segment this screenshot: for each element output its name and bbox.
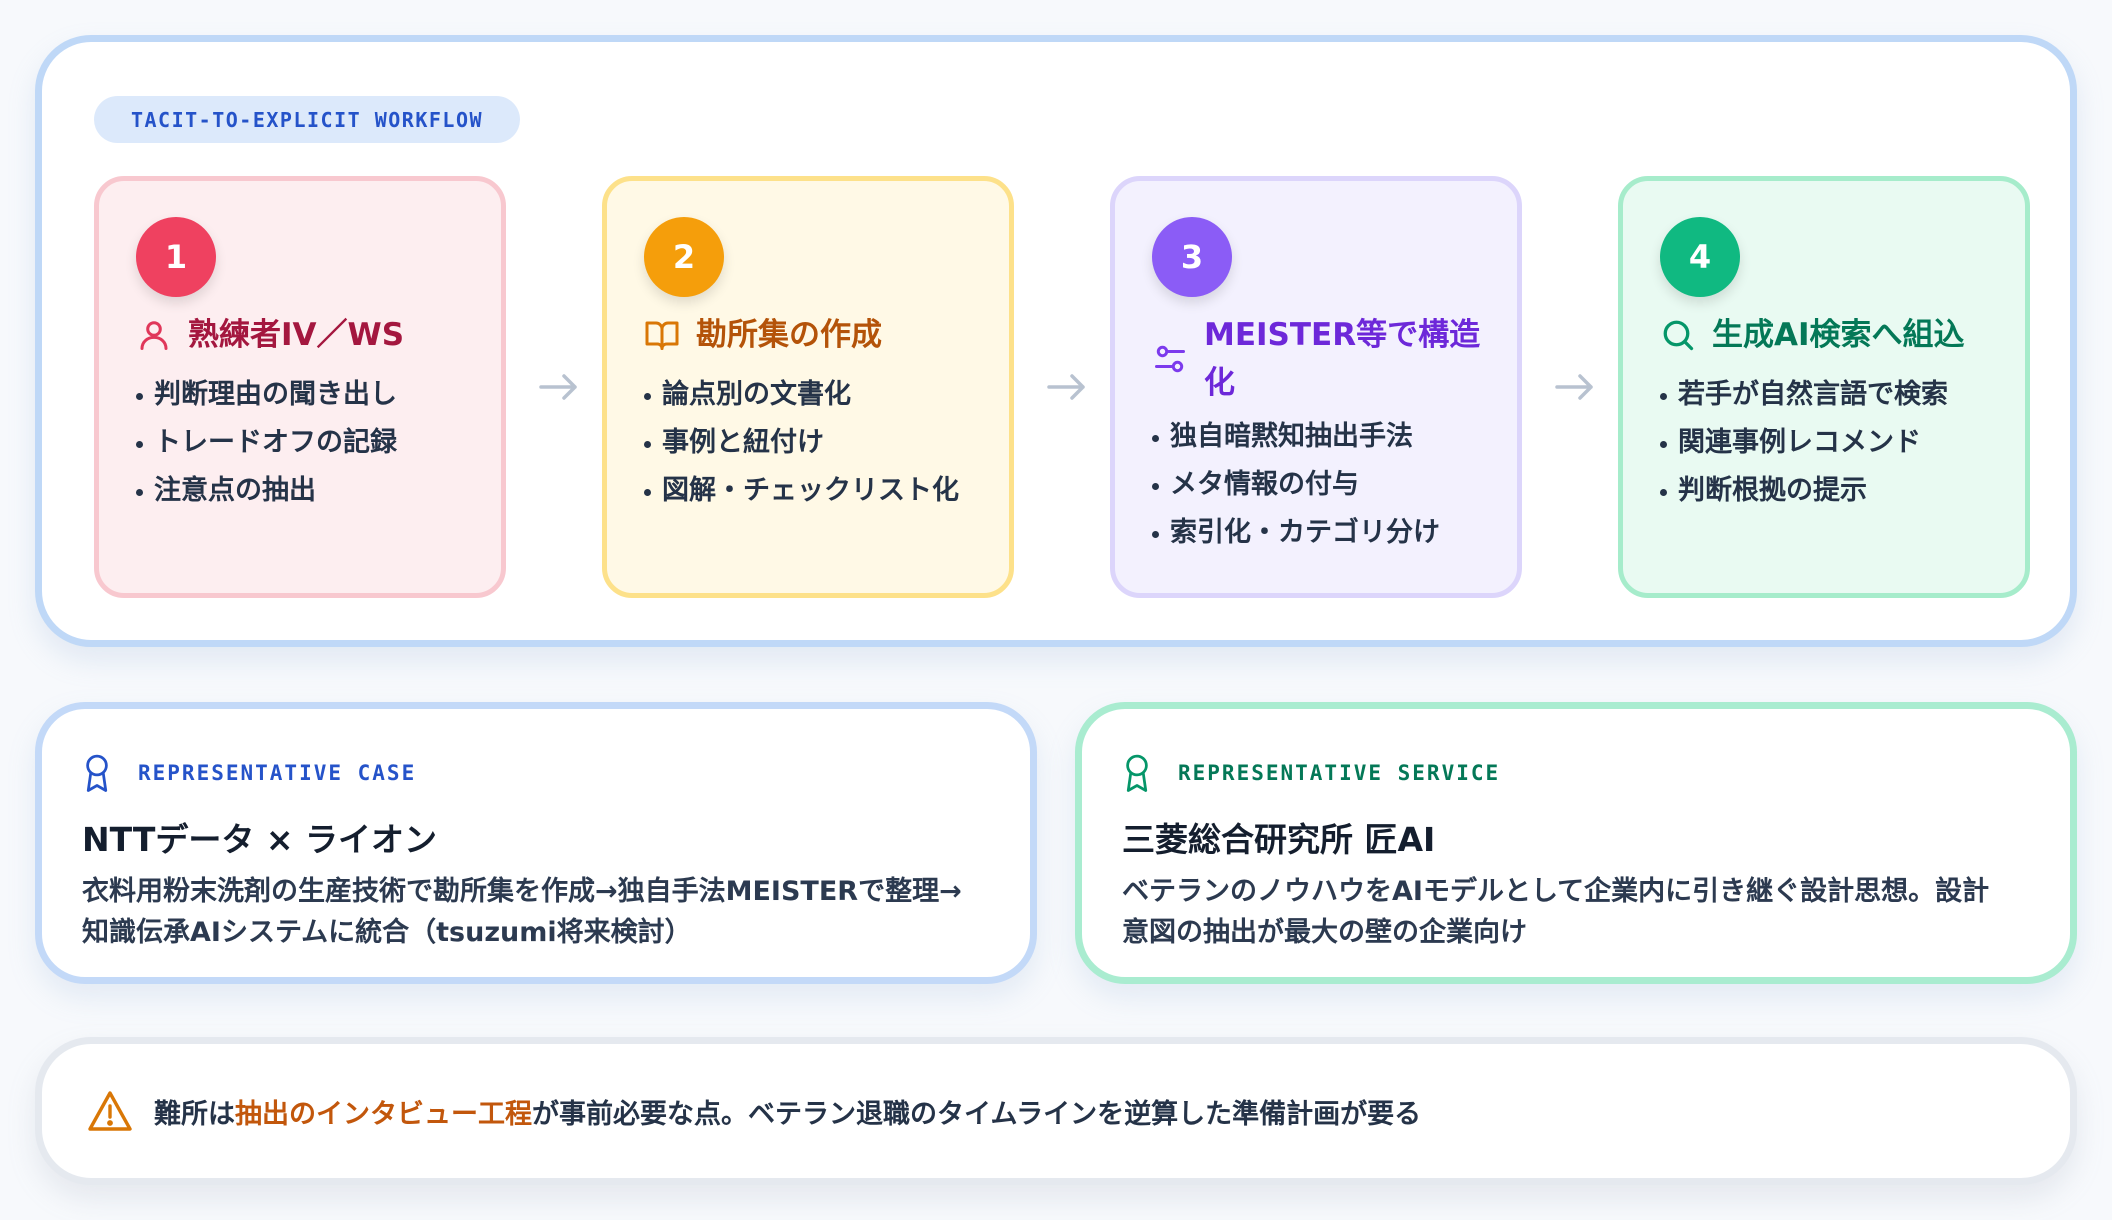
arrow-right-icon	[1047, 374, 1085, 400]
service-label: REPRESENTATIVE SERVICE	[1178, 761, 1501, 785]
service-title: 三菱総合研究所 匠AI	[1122, 820, 1436, 859]
case-title: NTTデータ × ライオン	[82, 820, 438, 859]
award-icon	[1126, 754, 1148, 792]
warning-text-before: 難所は	[154, 1098, 235, 1130]
bullet-item: メタ情報の付与	[1152, 461, 1483, 509]
bullet-item: 判断根拠の提示	[1660, 467, 1991, 515]
service-description-line: ベテランのノウハウをAIモデルとして企業内に引き継ぐ設計思想。設計	[1122, 876, 1990, 907]
step-card-3: 3 MEISTER等で構造化 独自暗黙知抽出手法 メタ情報の付与 索引化・カテゴ…	[1110, 176, 1522, 598]
step-bullets: 論点別の文書化 事例と紐付け 図解・チェックリスト化	[644, 371, 975, 515]
step-number-badge: 4	[1660, 217, 1740, 297]
service-description: ベテランのノウハウをAIモデルとして企業内に引き継ぐ設計思想。設計 意図の抽出が…	[1122, 871, 2030, 953]
step-title: 生成AI検索へ組込	[1712, 317, 1965, 353]
bullet-item: 論点別の文書化	[644, 371, 975, 419]
case-description-line: 衣料用粉末洗剤の生産技術で勘所集を作成→独自手法MEISTERで整理→	[82, 876, 962, 907]
step-number-badge: 1	[136, 217, 216, 297]
case-description-line: 知識伝承AIシステムに統合（tsuzumi将来検討）	[82, 917, 692, 948]
step-card-2: 2 勘所集の作成 論点別の文書化 事例と紐付け 図解・チェックリスト化	[602, 176, 1014, 598]
bullet-item: トレードオフの記録	[136, 419, 467, 467]
arrow-right-icon	[1555, 374, 1593, 400]
workflow-pill-label: TACIT-TO-EXPLICIT WORKFLOW	[94, 96, 520, 143]
bullet-item: 注意点の抽出	[136, 467, 467, 515]
step-title: 勘所集の作成	[696, 317, 882, 353]
warning-text-emphasis: 抽出のインタビュー工程	[235, 1098, 532, 1130]
award-icon	[86, 754, 108, 792]
step-title: 熟練者IV／WS	[188, 317, 405, 353]
book-icon	[645, 321, 679, 350]
person-icon	[140, 321, 168, 350]
step-card-1: 1 熟練者IV／WS 判断理由の聞き出し トレードオフの記録 注意点の抽出	[94, 176, 506, 598]
step-bullets: 判断理由の聞き出し トレードオフの記録 注意点の抽出	[136, 371, 467, 515]
step-card-4: 4 生成AI検索へ組込 若手が自然言語で検索 関連事例レコメンド 判断根拠の提示	[1618, 176, 2030, 598]
warning-text: 難所は抽出のインタビュー工程が事前必要な点。ベテラン退職のタイムラインを逆算した…	[154, 1092, 1421, 1131]
case-description: 衣料用粉末洗剤の生産技術で勘所集を作成→独自手法MEISTERで整理→ 知識伝承…	[82, 871, 990, 953]
step-bullets: 若手が自然言語で検索 関連事例レコメンド 判断根拠の提示	[1660, 371, 1991, 515]
warning-bar: 難所は抽出のインタビュー工程が事前必要な点。ベテラン退職のタイムラインを逆算した…	[35, 1037, 2077, 1185]
case-label: REPRESENTATIVE CASE	[138, 761, 417, 785]
representative-case-card: REPRESENTATIVE CASE NTTデータ × ライオン 衣料用粉末洗…	[35, 702, 1037, 984]
bullet-item: 独自暗黙知抽出手法	[1152, 413, 1483, 461]
step-bullets: 独自暗黙知抽出手法 メタ情報の付与 索引化・カテゴリ分け	[1152, 413, 1483, 557]
step-number-badge: 2	[644, 217, 724, 297]
bullet-item: 関連事例レコメンド	[1660, 419, 1991, 467]
bullet-item: 図解・チェックリスト化	[644, 467, 975, 515]
page: TACIT-TO-EXPLICIT WORKFLOW 1 熟練者IV／WS 判断…	[0, 0, 2112, 1220]
sliders-icon	[1155, 345, 1185, 373]
representative-service-card: REPRESENTATIVE SERVICE 三菱総合研究所 匠AI ベテランの…	[1075, 702, 2077, 984]
step-number-badge: 3	[1152, 217, 1232, 297]
bullet-item: 若手が自然言語で検索	[1660, 371, 1991, 419]
warning-icon	[88, 1091, 132, 1131]
step-title: MEISTER等で構造化	[1204, 317, 1481, 401]
service-description-line: 意図の抽出が最大の壁の企業向け	[1122, 917, 1527, 948]
workflow-panel: TACIT-TO-EXPLICIT WORKFLOW 1 熟練者IV／WS 判断…	[35, 35, 2077, 647]
bullet-item: 事例と紐付け	[644, 419, 975, 467]
bullet-item: 判断理由の聞き出し	[136, 371, 467, 419]
warning-text-after: が事前必要な点。ベテラン退職のタイムラインを逆算した準備計画が要る	[532, 1098, 1422, 1130]
arrow-right-icon	[539, 374, 577, 400]
search-icon	[1663, 320, 1694, 351]
bullet-item: 索引化・カテゴリ分け	[1152, 509, 1483, 557]
